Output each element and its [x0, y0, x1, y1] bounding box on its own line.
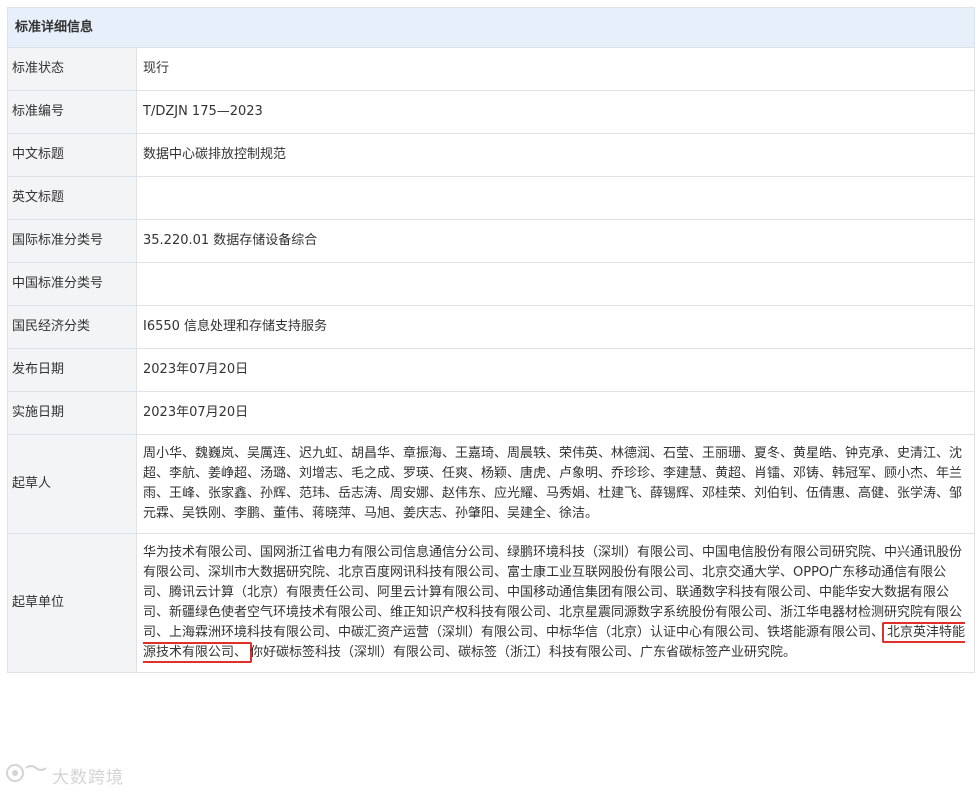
standard-detail-panel: 标准详细信息 标准状态 现行 标准编号 T/DZJN 175—2023 中文标题…: [7, 7, 975, 799]
field-label-ccs: 中国标准分类号: [7, 262, 137, 306]
field-value-publish-date: 2023年07月20日: [136, 348, 975, 392]
field-label-number: 标准编号: [7, 90, 137, 134]
table-row: 实施日期 2023年07月20日: [7, 391, 975, 435]
field-label-economy-class: 国民经济分类: [7, 305, 137, 349]
field-label-drafters: 起草人: [7, 434, 137, 534]
field-value-drafting-units: 华为技术有限公司、国网浙江省电力有限公司信息通信分公司、绿鹏环境科技（深圳）有限…: [136, 533, 975, 673]
table-row: 英文标题: [7, 176, 975, 220]
table-row: 国际标准分类号 35.220.01 数据存储设备综合: [7, 219, 975, 263]
table-row: 标准状态 现行: [7, 47, 975, 91]
field-label-effective-date: 实施日期: [7, 391, 137, 435]
table-row: 国民经济分类 I6550 信息处理和存储支持服务: [7, 305, 975, 349]
field-label-status: 标准状态: [7, 47, 137, 91]
field-label-publish-date: 发布日期: [7, 348, 137, 392]
field-value-cn-title: 数据中心碳排放控制规范: [136, 133, 975, 177]
field-value-ccs: [136, 262, 975, 306]
field-value-number: T/DZJN 175—2023: [136, 90, 975, 134]
table-row: 起草单位 华为技术有限公司、国网浙江省电力有限公司信息通信分公司、绿鹏环境科技（…: [7, 533, 975, 673]
field-value-status: 现行: [136, 47, 975, 91]
table-row: 标准编号 T/DZJN 175—2023: [7, 90, 975, 134]
table-header-row: 标准详细信息: [7, 7, 975, 48]
field-label-drafting-units: 起草单位: [7, 533, 137, 673]
field-value-effective-date: 2023年07月20日: [136, 391, 975, 435]
field-label-cn-title: 中文标题: [7, 133, 137, 177]
table-row: 中国标准分类号: [7, 262, 975, 306]
field-value-economy-class: I6550 信息处理和存储支持服务: [136, 305, 975, 349]
field-value-en-title: [136, 176, 975, 220]
panel-title: 标准详细信息: [7, 7, 975, 48]
table-row: 起草人 周小华、魏巍岚、吴厲连、迟九虹、胡昌华、章振海、王嘉琦、周晨轶、荣伟英、…: [7, 434, 975, 534]
units-text-after: 你好碳标签科技（深圳）有限公司、碳标签（浙江）科技有限公司、广东省碳标签产业研究…: [250, 645, 797, 660]
table-row: 发布日期 2023年07月20日: [7, 348, 975, 392]
standard-detail-table: 标准详细信息 标准状态 现行 标准编号 T/DZJN 175—2023 中文标题…: [7, 7, 975, 673]
field-value-ics: 35.220.01 数据存储设备综合: [136, 219, 975, 263]
field-label-en-title: 英文标题: [7, 176, 137, 220]
units-text-before: 华为技术有限公司、国网浙江省电力有限公司信息通信分公司、绿鹏环境科技（深圳）有限…: [143, 545, 963, 640]
field-value-drafters: 周小华、魏巍岚、吴厲连、迟九虹、胡昌华、章振海、王嘉琦、周晨轶、荣伟英、林德润、…: [136, 434, 975, 534]
table-row: 中文标题 数据中心碳排放控制规范: [7, 133, 975, 177]
field-label-ics: 国际标准分类号: [7, 219, 137, 263]
